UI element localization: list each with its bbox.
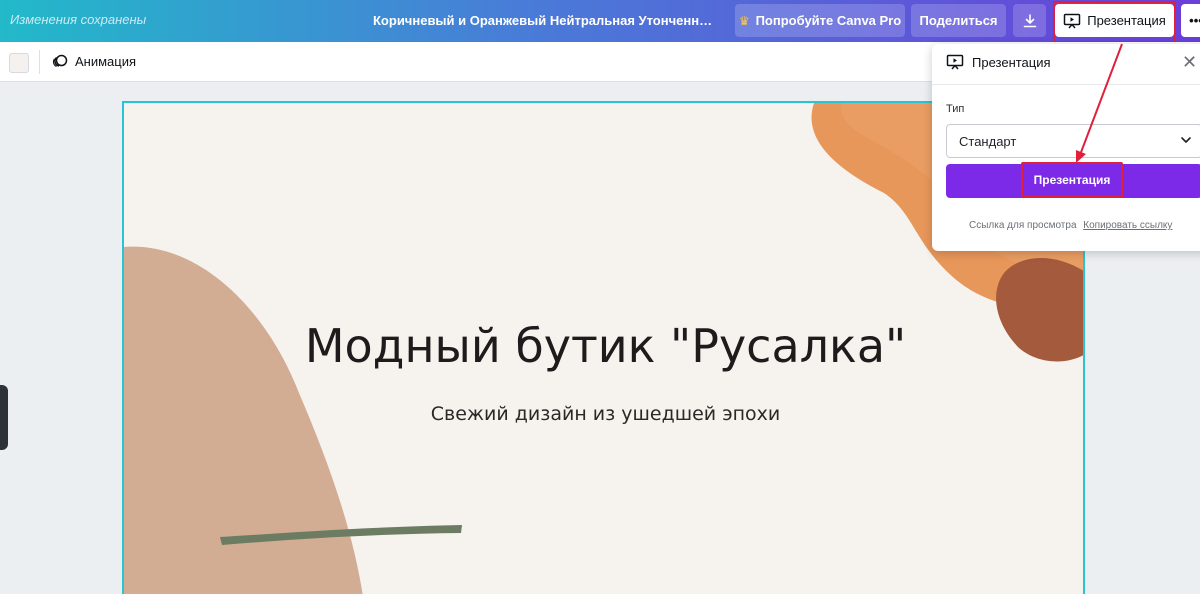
more-icon: ••• [1189,13,1200,28]
copy-link[interactable]: Копировать ссылку [1083,220,1172,231]
download-icon [1023,13,1036,27]
side-panel-toggle[interactable] [0,385,8,450]
view-link-row: Ссылка для просмотра Копировать ссылку [932,220,1200,231]
type-select[interactable]: Стандарт [946,124,1200,158]
close-icon[interactable]: ✕ [1182,52,1197,73]
slide-title[interactable]: Модный бутик "Русалка" [124,319,1083,373]
animation-icon [52,54,68,68]
type-label: Тип [946,103,965,115]
animation-label: Анимация [75,53,137,69]
more-button[interactable]: ••• [1181,4,1200,37]
save-status: Изменения сохранены [10,12,147,27]
present-panel: Презентация ✕ Тип Стандарт Ссылка для пр… [932,44,1200,251]
present-panel-title: Презентация [972,54,1051,70]
slide-subtitle[interactable]: Свежий дизайн из ушедшей эпохи [124,403,1083,425]
type-select-value: Стандарт [959,133,1017,149]
start-presentation-label[interactable]: Презентация [1021,162,1123,198]
download-button[interactable] [1013,4,1046,37]
share-label: Поделиться [919,13,998,28]
share-button[interactable]: Поделиться [911,4,1006,37]
top-bar: Изменения сохранены Коричневый и Оранжев… [0,0,1200,42]
chevron-down-icon [1181,137,1191,143]
present-label: Презентация [1087,13,1166,28]
background-color-swatch[interactable] [9,53,29,73]
animation-button[interactable]: Анимация [52,53,136,69]
present-panel-header: Презентация [946,54,1051,70]
present-button[interactable]: Презентация [1055,4,1174,37]
try-pro-button[interactable]: ♛ Попробуйте Canva Pro [735,4,905,37]
presentation-icon [946,54,964,70]
presentation-icon [1063,13,1081,28]
panel-divider [932,84,1200,85]
try-pro-label: Попробуйте Canva Pro [755,13,902,28]
document-title[interactable]: Коричневый и Оранжевый Нейтральная Утонч… [373,13,718,28]
crown-icon: ♛ [738,13,750,28]
toolbar-divider [39,50,40,74]
view-link-label: Ссылка для просмотра [969,220,1077,231]
